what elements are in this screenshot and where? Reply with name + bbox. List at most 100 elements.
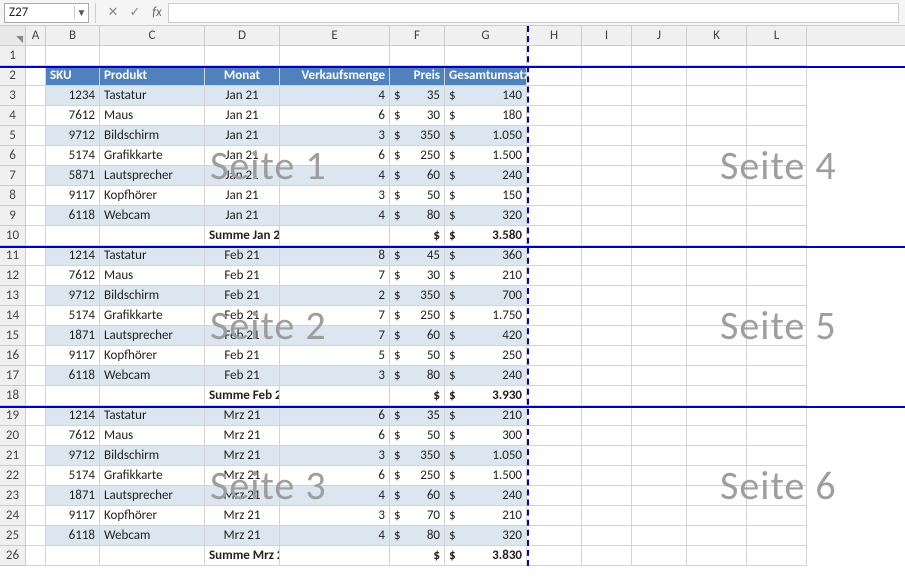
cell[interactable]: $700 <box>445 286 527 306</box>
cell[interactable] <box>26 306 46 326</box>
cell[interactable]: 5174 <box>46 466 100 486</box>
cell[interactable] <box>46 226 100 246</box>
cell[interactable] <box>26 46 46 66</box>
cell[interactable] <box>687 346 747 366</box>
cell[interactable] <box>280 46 390 66</box>
cell[interactable] <box>527 486 582 506</box>
cell[interactable] <box>527 406 582 426</box>
row-header[interactable]: 11 <box>0 246 26 266</box>
cell[interactable]: Kopfhörer <box>100 506 205 526</box>
cell[interactable] <box>26 146 46 166</box>
cell[interactable]: $240 <box>445 366 527 386</box>
cell[interactable]: 9712 <box>46 446 100 466</box>
cell[interactable] <box>687 226 747 246</box>
col-header-l[interactable]: L <box>747 26 807 45</box>
cell[interactable] <box>582 206 632 226</box>
cell[interactable]: 1871 <box>46 326 100 346</box>
cell[interactable]: $35 <box>390 86 445 106</box>
cell[interactable]: 4 <box>280 486 390 506</box>
cell[interactable]: $210 <box>445 266 527 286</box>
cell[interactable]: $350 <box>390 126 445 146</box>
cell[interactable] <box>632 126 687 146</box>
cell[interactable] <box>527 206 582 226</box>
cell[interactable] <box>26 546 46 566</box>
cell[interactable] <box>687 406 747 426</box>
row-header[interactable]: 8 <box>0 186 26 206</box>
cell[interactable]: Maus <box>100 106 205 126</box>
cell[interactable]: 4 <box>280 86 390 106</box>
cell[interactable] <box>527 346 582 366</box>
cell[interactable]: 7612 <box>46 266 100 286</box>
cell[interactable] <box>687 166 747 186</box>
cell[interactable]: 6 <box>280 466 390 486</box>
cell[interactable] <box>687 186 747 206</box>
cell[interactable] <box>747 526 807 546</box>
cell[interactable] <box>582 506 632 526</box>
cell[interactable]: $35 <box>390 406 445 426</box>
cell[interactable] <box>632 66 687 86</box>
cell[interactable] <box>632 426 687 446</box>
cell[interactable] <box>582 186 632 206</box>
cell[interactable] <box>632 526 687 546</box>
cell[interactable]: 5871 <box>46 166 100 186</box>
cell[interactable] <box>747 326 807 346</box>
cell[interactable] <box>582 466 632 486</box>
cell[interactable] <box>632 386 687 406</box>
cell[interactable] <box>26 126 46 146</box>
cell[interactable] <box>26 206 46 226</box>
cell[interactable] <box>527 146 582 166</box>
cell[interactable]: Mrz 21 <box>205 446 280 466</box>
cell[interactable] <box>747 406 807 426</box>
cell[interactable]: 6 <box>280 406 390 426</box>
cell[interactable] <box>26 446 46 466</box>
cell[interactable]: 5 <box>280 346 390 366</box>
col-header-f[interactable]: F <box>390 26 445 45</box>
cell[interactable] <box>687 126 747 146</box>
cell[interactable]: 7 <box>280 266 390 286</box>
cell[interactable] <box>687 446 747 466</box>
cell[interactable]: Kopfhörer <box>100 186 205 206</box>
cell[interactable] <box>280 226 390 246</box>
col-header-j[interactable]: J <box>632 26 687 45</box>
chevron-down-icon[interactable]: ▼ <box>74 6 88 19</box>
cell[interactable]: Jan 21 <box>205 206 280 226</box>
cell[interactable]: SKU <box>46 66 100 86</box>
cell[interactable]: $80 <box>390 526 445 546</box>
cell[interactable] <box>26 386 46 406</box>
row-header[interactable]: 9 <box>0 206 26 226</box>
row-header[interactable]: 2 <box>0 66 26 86</box>
cell[interactable]: $70 <box>390 506 445 526</box>
cell[interactable]: Summe Mrz 21 <box>205 546 280 566</box>
cell[interactable]: $1.500 <box>445 466 527 486</box>
cell[interactable]: Bildschirm <box>100 286 205 306</box>
cell[interactable] <box>26 406 46 426</box>
cell[interactable] <box>687 46 747 66</box>
row-header[interactable]: 26 <box>0 546 26 566</box>
cell[interactable]: $30 <box>390 106 445 126</box>
cell[interactable]: $60 <box>390 166 445 186</box>
cell[interactable]: Feb 21 <box>205 326 280 346</box>
cell[interactable]: 1214 <box>46 246 100 266</box>
cell[interactable] <box>527 226 582 246</box>
cell[interactable] <box>582 86 632 106</box>
cell[interactable] <box>747 46 807 66</box>
col-header-i[interactable]: I <box>582 26 632 45</box>
cell[interactable] <box>46 546 100 566</box>
row-header[interactable]: 22 <box>0 466 26 486</box>
cell[interactable]: 7612 <box>46 106 100 126</box>
cell[interactable]: Bildschirm <box>100 126 205 146</box>
cell[interactable] <box>26 86 46 106</box>
cell[interactable]: Mrz 21 <box>205 506 280 526</box>
cell[interactable]: $360 <box>445 246 527 266</box>
cell[interactable]: 6 <box>280 146 390 166</box>
cell[interactable]: $210 <box>445 506 527 526</box>
cell[interactable] <box>687 466 747 486</box>
cell[interactable] <box>527 186 582 206</box>
cell[interactable] <box>632 306 687 326</box>
cell[interactable]: $350 <box>390 446 445 466</box>
cell[interactable] <box>632 206 687 226</box>
cell[interactable]: Jan 21 <box>205 186 280 206</box>
cell[interactable]: $50 <box>390 426 445 446</box>
cell[interactable] <box>632 406 687 426</box>
col-header-a[interactable]: A <box>26 26 46 45</box>
